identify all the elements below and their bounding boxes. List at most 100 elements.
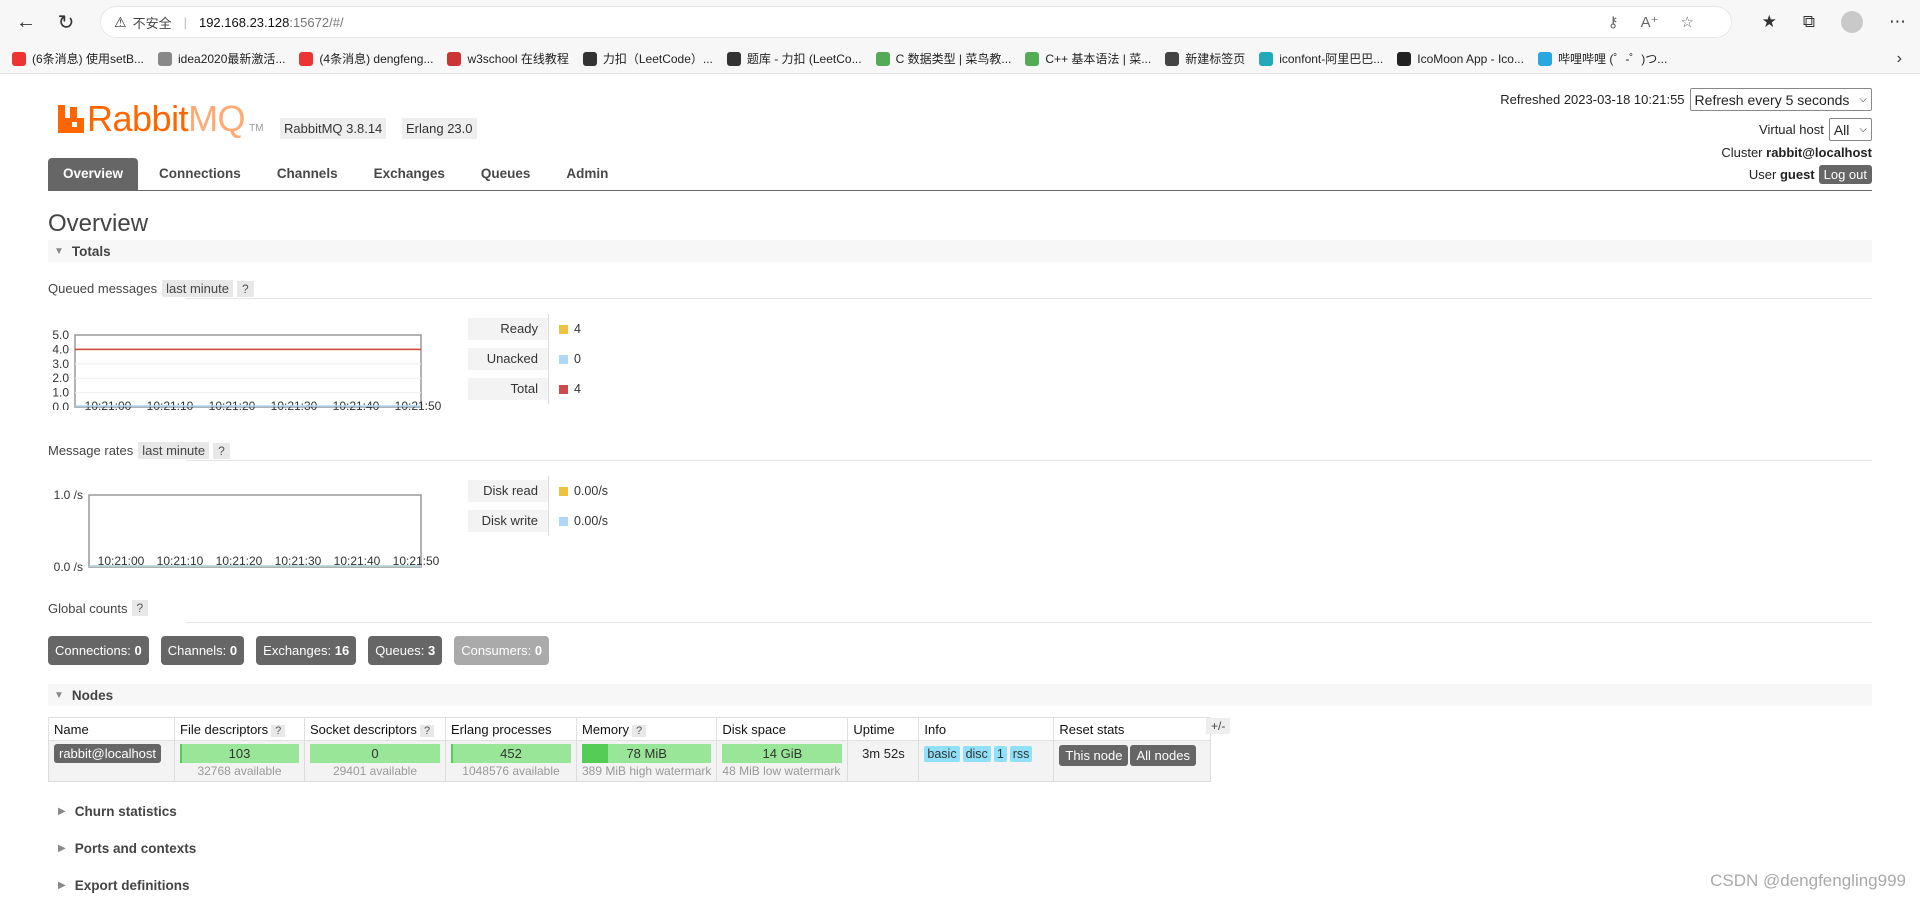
collections-icon[interactable]: ⧉ [1803, 12, 1815, 32]
triangle-down-icon: ▼ [54, 689, 64, 701]
refresh-interval-select[interactable]: Refresh every 5 seconds ⌵ [1689, 88, 1872, 111]
col-erlang-processes: Erlang processes [445, 717, 577, 741]
bookmark-item[interactable]: w3school 在线教程 [447, 50, 569, 67]
refresh-select-value: Refresh every 5 seconds [1694, 91, 1850, 108]
rabbit-logo-icon [58, 105, 84, 133]
node-name-link[interactable]: rabbit@localhost [54, 744, 162, 763]
bookmark-item[interactable]: C++ 基本语法 | 菜... [1025, 50, 1151, 67]
tab-queues[interactable]: Queues [466, 158, 546, 190]
legend-value-text: 0.00/s [574, 514, 609, 528]
nodes-section-toggle[interactable]: ▼ Nodes [48, 684, 1872, 706]
legend-swatch [559, 384, 568, 394]
legend-label: Ready [468, 318, 548, 340]
favorite-star-icon[interactable]: ☆ [1681, 13, 1694, 31]
rabbitmq-version: RabbitMQ 3.8.14 [280, 118, 387, 139]
count-channels-button[interactable]: Channels: 0 [160, 636, 245, 665]
bookmark-item[interactable]: 力扣（LeetCode）... [582, 50, 713, 67]
bookmark-label: 题库 - 力扣 (LeetCo... [746, 52, 862, 66]
bookmark-item[interactable]: (6条消息) 使用setB... [12, 50, 144, 67]
tab-channels[interactable]: Channels [262, 158, 353, 190]
reload-icon[interactable]: ↻ [49, 5, 83, 39]
help-button[interactable]: ? [131, 600, 149, 616]
count-connections-button[interactable]: Connections: 0 [48, 636, 149, 665]
tab-exchanges[interactable]: Exchanges [359, 158, 460, 190]
legend-label: Total [468, 378, 548, 400]
churn-statistics-toggle[interactable]: ▶ Churn statistics [58, 804, 177, 819]
fd-cell: 103 32768 available [174, 740, 305, 782]
vhost-select[interactable]: All ⌵ [1828, 118, 1872, 141]
reset-all-nodes-button[interactable]: All nodes [1130, 745, 1196, 766]
info-tag-disc: disc [962, 746, 991, 762]
bookmark-item[interactable]: 新建标签页 [1165, 50, 1245, 67]
bookmark-item[interactable]: iconfont-阿里巴巴... [1259, 50, 1383, 67]
plot-area [74, 334, 422, 408]
bookmark-label: iconfont-阿里巴巴... [1279, 52, 1384, 66]
key-icon[interactable]: ⚷ [1608, 13, 1619, 31]
tab-connections[interactable]: Connections [144, 158, 256, 190]
queued-range-button[interactable]: last minute [162, 280, 233, 297]
bookmark-item[interactable]: (4条消息) dengfeng... [299, 50, 433, 67]
triangle-right-icon: ▶ [58, 806, 66, 817]
logo-rabbit-text: Rabbit [87, 98, 189, 139]
vhost-select-value: All [1833, 121, 1850, 138]
main-tabs: Overview Connections Channels Exchanges … [48, 158, 1872, 191]
ports-contexts-toggle[interactable]: ▶ Ports and contexts [58, 841, 196, 856]
logo-tm: TM [249, 123, 264, 134]
col-info: Info [918, 717, 1055, 741]
read-aloud-icon[interactable]: A⁺ [1641, 13, 1659, 31]
help-button[interactable]: ? [237, 280, 254, 297]
legend-item-disk-read: Disk read 0.00/s [468, 476, 608, 506]
y-tick-label: 4.0 [52, 342, 69, 356]
bookmark-label: (6条消息) 使用setB... [32, 52, 145, 66]
churn-statistics-label: Churn statistics [74, 804, 177, 819]
triangle-right-icon: ▶ [58, 880, 66, 891]
reset-cell: This node All nodes [1053, 740, 1212, 782]
more-dots-icon[interactable]: ⋯ [1889, 12, 1906, 32]
profile-avatar-icon[interactable] [1841, 11, 1863, 33]
y-tick-label: 2.0 [52, 371, 69, 385]
bookmark-item[interactable]: idea2020最新激活... [158, 50, 285, 67]
back-arrow-icon[interactable]: ← [9, 5, 43, 39]
bookmark-item[interactable]: IcoMoon App - Ico... [1397, 51, 1524, 66]
count-queues-button[interactable]: Queues: 3 [368, 636, 443, 665]
totals-section-toggle[interactable]: ▼ Totals [48, 240, 1872, 262]
bookmark-item[interactable]: 哔哩哔哩 (゜-゜)つ... [1537, 50, 1667, 67]
x-tick-label: 10:21:00 [85, 399, 132, 410]
table-row: rabbit@localhost 103 32768 available 0 2… [48, 740, 1212, 782]
uptime-cell: 3m 52s [847, 740, 920, 782]
bookmark-favicon-icon [1537, 51, 1552, 66]
legend-swatch [559, 354, 568, 364]
legend-label: Unacked [468, 348, 548, 370]
memory-bar-fill [582, 744, 608, 763]
count-consumers-button[interactable]: Consumers: 0 [454, 636, 550, 665]
tab-overview[interactable]: Overview [48, 158, 139, 190]
bookmark-item[interactable]: C 数据类型 | 菜鸟教... [875, 50, 1011, 67]
address-bar[interactable]: ⚠ 不安全 | 192.168.23.128:15672/#/ ⚷ A⁺ ☆ [100, 6, 1732, 38]
count-label: Consumers: [461, 643, 532, 658]
reset-this-node-button[interactable]: This node [1059, 745, 1129, 766]
browser-right-icons: ★ ⧉ ⋯ [1762, 6, 1906, 38]
help-button[interactable]: ? [419, 724, 435, 737]
ep-bar: 452 [451, 744, 571, 763]
legend-value: 4 [548, 314, 581, 344]
tab-admin[interactable]: Admin [551, 158, 623, 190]
totals-title: Totals [71, 243, 111, 259]
count-value: 3 [427, 643, 436, 658]
bookmark-item[interactable]: 题库 - 力扣 (LeetCo... [726, 50, 862, 67]
legend-label: Disk write [468, 510, 548, 532]
count-exchanges-button[interactable]: Exchanges: 16 [256, 636, 357, 665]
columns-toggle-button[interactable]: +/- [1206, 718, 1231, 734]
rates-range-button[interactable]: last minute [138, 442, 210, 459]
favorites-list-icon[interactable]: ★ [1762, 12, 1777, 32]
help-button[interactable]: ? [271, 724, 286, 737]
export-definitions-toggle[interactable]: ▶ Export definitions [58, 878, 189, 893]
url-separator: | [183, 14, 187, 30]
bookmark-favicon-icon [1165, 51, 1180, 66]
chevron-right-icon[interactable]: › [1897, 50, 1902, 68]
vhost-label: Virtual host [1759, 122, 1824, 137]
help-button[interactable]: ? [631, 724, 647, 737]
col-fd-label: File descriptors [180, 721, 269, 737]
chevron-down-icon: ⌵ [1859, 94, 1867, 105]
help-button[interactable]: ? [213, 442, 230, 459]
legend-value-text: 4 [574, 322, 581, 336]
